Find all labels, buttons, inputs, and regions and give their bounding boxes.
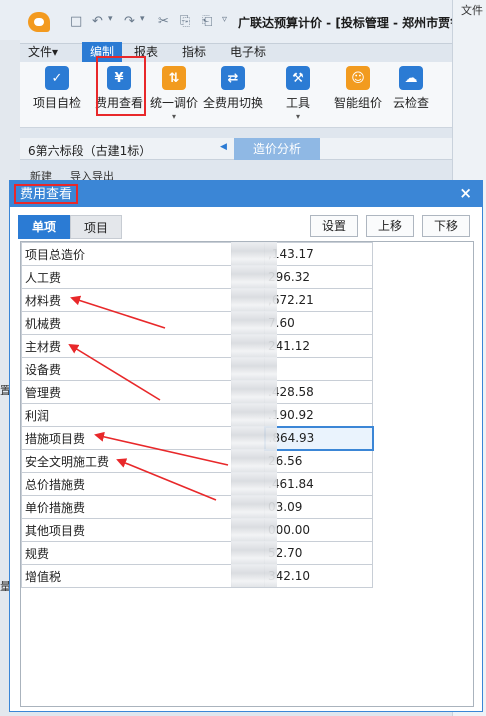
annotation-arrows — [68, 295, 229, 501]
annotation-arrow — [70, 295, 166, 329]
annotation-arrow — [68, 343, 161, 401]
annotation-arrow — [94, 431, 229, 466]
annotation-arrow — [116, 458, 217, 501]
